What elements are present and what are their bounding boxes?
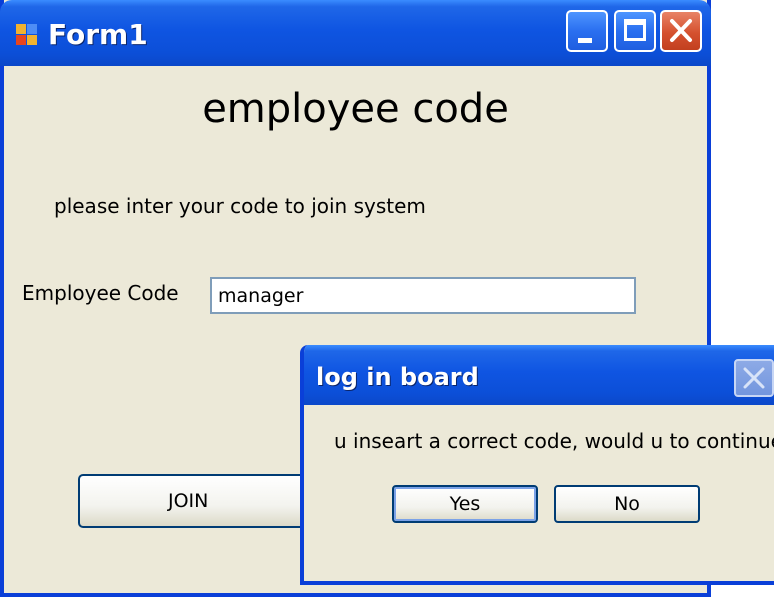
join-button[interactable]: JOIN xyxy=(78,474,328,528)
dialog-message: u inseart a correct code, would u to con… xyxy=(334,429,774,453)
login-dialog: log in board u inseart a correct code, w… xyxy=(300,345,774,585)
app-icon xyxy=(16,24,38,46)
minimize-icon xyxy=(578,38,592,43)
page-heading: employee code xyxy=(202,86,509,132)
instruction-text: please inter your code to join system xyxy=(54,194,426,218)
window-titlebar[interactable]: Form1 xyxy=(0,0,711,66)
employee-code-input[interactable] xyxy=(210,277,636,314)
dialog-close-button[interactable] xyxy=(734,359,774,397)
close-icon xyxy=(743,367,765,389)
close-button[interactable] xyxy=(660,10,702,52)
window-title: Form1 xyxy=(48,18,148,51)
employee-code-label: Employee Code xyxy=(22,281,179,305)
maximize-button[interactable] xyxy=(614,10,656,52)
no-button[interactable]: No xyxy=(554,485,700,523)
dialog-title: log in board xyxy=(316,363,479,391)
dialog-titlebar[interactable]: log in board xyxy=(304,345,774,405)
maximize-icon xyxy=(624,19,646,41)
minimize-button[interactable] xyxy=(566,10,608,52)
close-icon xyxy=(670,19,692,42)
yes-button[interactable]: Yes xyxy=(392,485,538,523)
